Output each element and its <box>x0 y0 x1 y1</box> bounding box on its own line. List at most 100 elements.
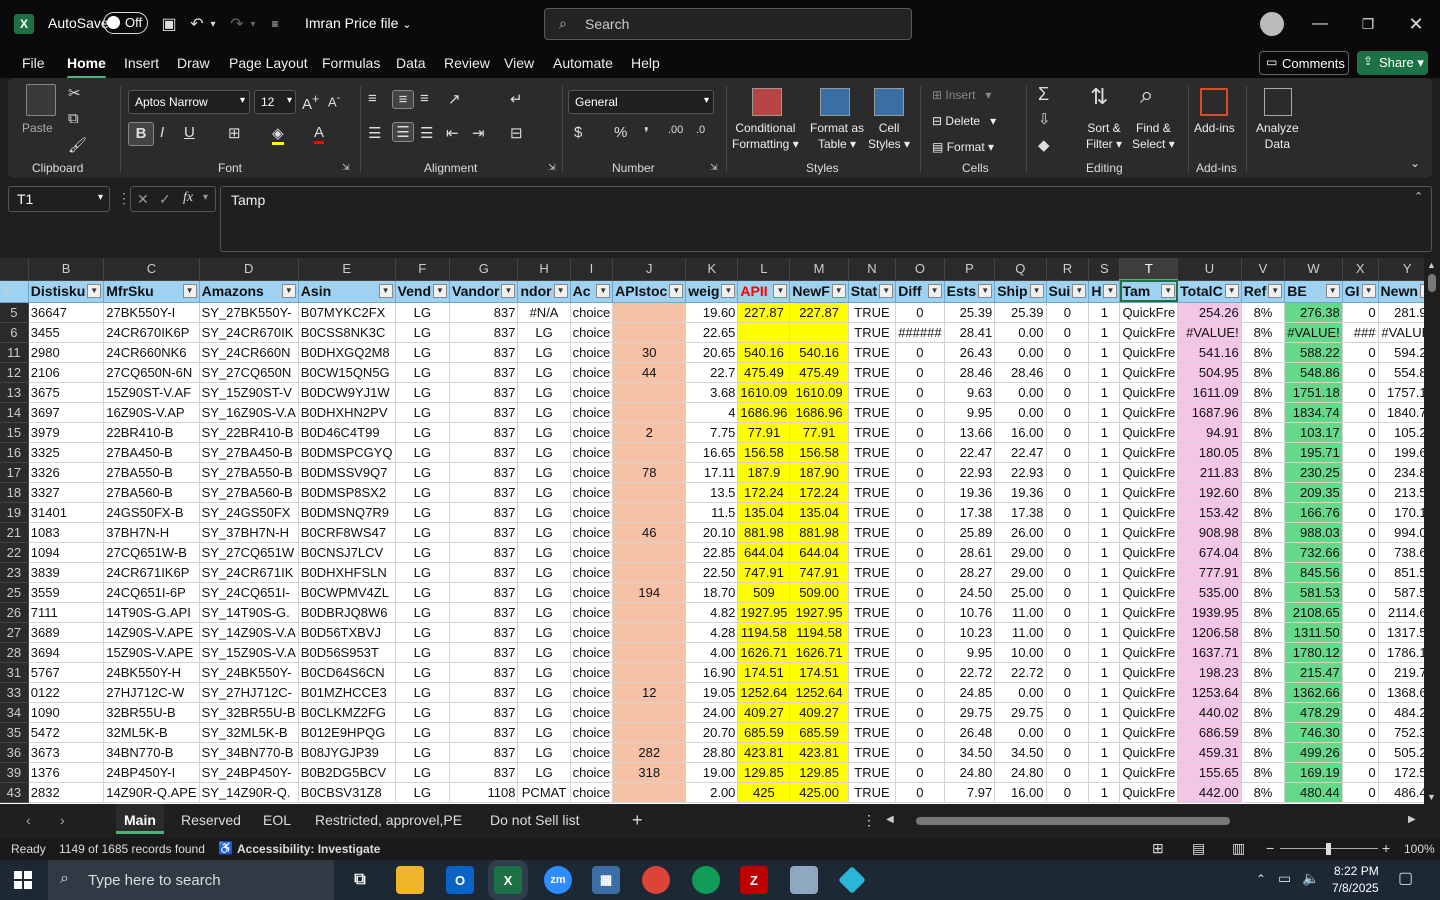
cell-V[interactable]: 8% <box>1241 482 1286 503</box>
currency-icon[interactable]: $ <box>574 124 582 141</box>
cell-N[interactable]: TRUE <box>848 642 897 663</box>
filter-dropdown-icon[interactable]: ▼ <box>553 283 568 298</box>
cell-C[interactable]: 14Z90R-Q.APE <box>103 782 200 803</box>
cell-Q[interactable]: 0.00 <box>994 722 1047 743</box>
cell-N[interactable]: TRUE <box>848 602 897 623</box>
cell-C[interactable]: 22BR410-B <box>103 422 200 443</box>
cell-U[interactable]: 94.91 <box>1177 422 1242 443</box>
cell-I[interactable]: choice <box>570 582 614 603</box>
menu-data[interactable]: Data <box>396 55 426 71</box>
cell-R[interactable]: 0 <box>1046 742 1090 763</box>
cell-U[interactable]: 535.00 <box>1177 582 1242 603</box>
cell-O[interactable]: 0 <box>895 662 945 683</box>
cell-P[interactable]: 9.63 <box>944 382 996 403</box>
delete-cells-button[interactable]: ⊟ Delete ▾ <box>932 113 996 129</box>
cell-M[interactable]: 881.98 <box>789 522 849 543</box>
cell-L[interactable]: 172.24 <box>737 482 791 503</box>
cell-I[interactable]: choice <box>570 522 614 543</box>
sort-filter-button[interactable]: Sort & Filter ▾ <box>1086 120 1122 152</box>
clear-icon[interactable]: ◆ <box>1038 136 1050 154</box>
cell-F[interactable]: LG <box>395 662 451 683</box>
row-header[interactable]: 15 <box>0 422 29 443</box>
column-header-C[interactable]: C <box>103 258 200 281</box>
cell-T[interactable]: QuickFre <box>1119 562 1179 583</box>
cell-W[interactable]: 1311.50 <box>1284 622 1343 643</box>
cell-B[interactable]: 3455 <box>28 322 105 343</box>
vertical-scroll-thumb[interactable] <box>1428 274 1436 292</box>
next-sheet-icon[interactable]: › <box>60 812 65 828</box>
header-cell-E[interactable]: Asin ▼ <box>298 280 396 303</box>
cell-W[interactable]: 230.25 <box>1284 462 1343 483</box>
cell-V[interactable]: 8% <box>1241 602 1286 623</box>
cell-B[interactable]: 2980 <box>28 342 105 363</box>
cell-B[interactable]: 31401 <box>28 502 105 523</box>
cell-L[interactable]: 1252.64 <box>737 682 791 703</box>
cell-R[interactable]: 0 <box>1046 482 1090 503</box>
cell-M[interactable] <box>789 322 849 343</box>
filter-dropdown-icon[interactable]: ▼ <box>1361 283 1376 298</box>
taskbar-search[interactable]: ⌕ Type here to search <box>48 860 334 900</box>
cell-R[interactable]: 0 <box>1046 702 1090 723</box>
row-header[interactable]: 12 <box>0 362 29 383</box>
cell-W[interactable]: 195.71 <box>1284 442 1343 463</box>
cell-V[interactable]: 8% <box>1241 562 1286 583</box>
cell-S[interactable]: 1 <box>1088 442 1121 463</box>
cell-R[interactable]: 0 <box>1046 622 1090 643</box>
cell-I[interactable]: choice <box>570 422 614 443</box>
decrease-decimal-icon[interactable]: .0 <box>696 124 705 136</box>
filter-dropdown-icon[interactable]: ▼ <box>182 283 197 298</box>
cell-H[interactable]: LG <box>517 682 571 703</box>
cell-Q[interactable]: 10.00 <box>994 642 1047 663</box>
cell-T[interactable]: QuickFre <box>1119 362 1179 383</box>
cell-J[interactable] <box>612 622 687 643</box>
cell-E[interactable]: B0CD64S6CN <box>298 662 396 683</box>
cell-G[interactable]: 837 <box>449 702 519 723</box>
format-cells-button[interactable]: ▤ Format ▾ <box>932 139 994 155</box>
cell-R[interactable]: 0 <box>1046 442 1090 463</box>
column-header-S[interactable]: S <box>1088 258 1121 281</box>
cell-E[interactable]: B0CLKMZ2FG <box>298 702 396 723</box>
cell-X[interactable]: 0 <box>1342 582 1379 603</box>
font-color-icon[interactable]: A <box>314 124 325 144</box>
menu-view[interactable]: View <box>504 55 534 71</box>
cell-X[interactable]: 0 <box>1342 782 1379 803</box>
cell-D[interactable]: SY_24GS50FX <box>199 502 299 523</box>
cell-D[interactable]: SY_37BH7N-H <box>199 522 299 543</box>
cell-X[interactable]: 0 <box>1342 642 1379 663</box>
cell-B[interactable]: 3694 <box>28 642 105 663</box>
cell-S[interactable]: 1 <box>1088 322 1121 343</box>
cell-H[interactable]: LG <box>517 762 571 783</box>
cell-O[interactable]: ###### <box>895 322 945 343</box>
cell-W[interactable]: 499.26 <box>1284 742 1343 763</box>
cell-G[interactable]: 837 <box>449 382 519 403</box>
cell-T[interactable]: QuickFre <box>1119 622 1179 643</box>
cell-Q[interactable]: 16.00 <box>994 422 1047 443</box>
row-header[interactable]: 21 <box>0 522 29 543</box>
cell-E[interactable]: B012E9HPQG <box>298 722 396 743</box>
row-header[interactable]: 11 <box>0 342 29 363</box>
header-cell-G[interactable]: Vandor ▼ <box>449 280 519 303</box>
cell-D[interactable]: SY_24BK550Y- <box>199 662 299 683</box>
menu-review[interactable]: Review <box>444 55 490 71</box>
cell-E[interactable]: B0DMSPCGYQ <box>298 442 396 463</box>
clock-date[interactable]: 7/8/2025 <box>1332 881 1379 895</box>
sort-filter-icon[interactable]: ⇅ <box>1090 84 1108 110</box>
cell-W[interactable]: 581.53 <box>1284 582 1343 603</box>
cell-Q[interactable]: 0.00 <box>994 682 1047 703</box>
cell-U[interactable]: 153.42 <box>1177 502 1242 523</box>
cell-E[interactable]: B0D56S953T <box>298 642 396 663</box>
cell-I[interactable]: choice <box>570 682 614 703</box>
filter-dropdown-icon[interactable]: ▼ <box>669 283 684 298</box>
cell-N[interactable]: TRUE <box>848 462 897 483</box>
bold-icon[interactable]: B <box>128 122 154 146</box>
cell-F[interactable]: LG <box>395 342 451 363</box>
column-header-P[interactable]: P <box>944 258 996 281</box>
cell-K[interactable]: 20.10 <box>685 522 739 543</box>
undo-icon[interactable]: ↶ <box>186 10 208 38</box>
cell-G[interactable]: 837 <box>449 722 519 743</box>
cell-G[interactable]: 837 <box>449 522 519 543</box>
cell-D[interactable]: SY_27CQ650N <box>199 362 299 383</box>
cell-N[interactable]: TRUE <box>848 302 897 323</box>
menu-draw[interactable]: Draw <box>177 55 210 71</box>
cell-R[interactable]: 0 <box>1046 362 1090 383</box>
